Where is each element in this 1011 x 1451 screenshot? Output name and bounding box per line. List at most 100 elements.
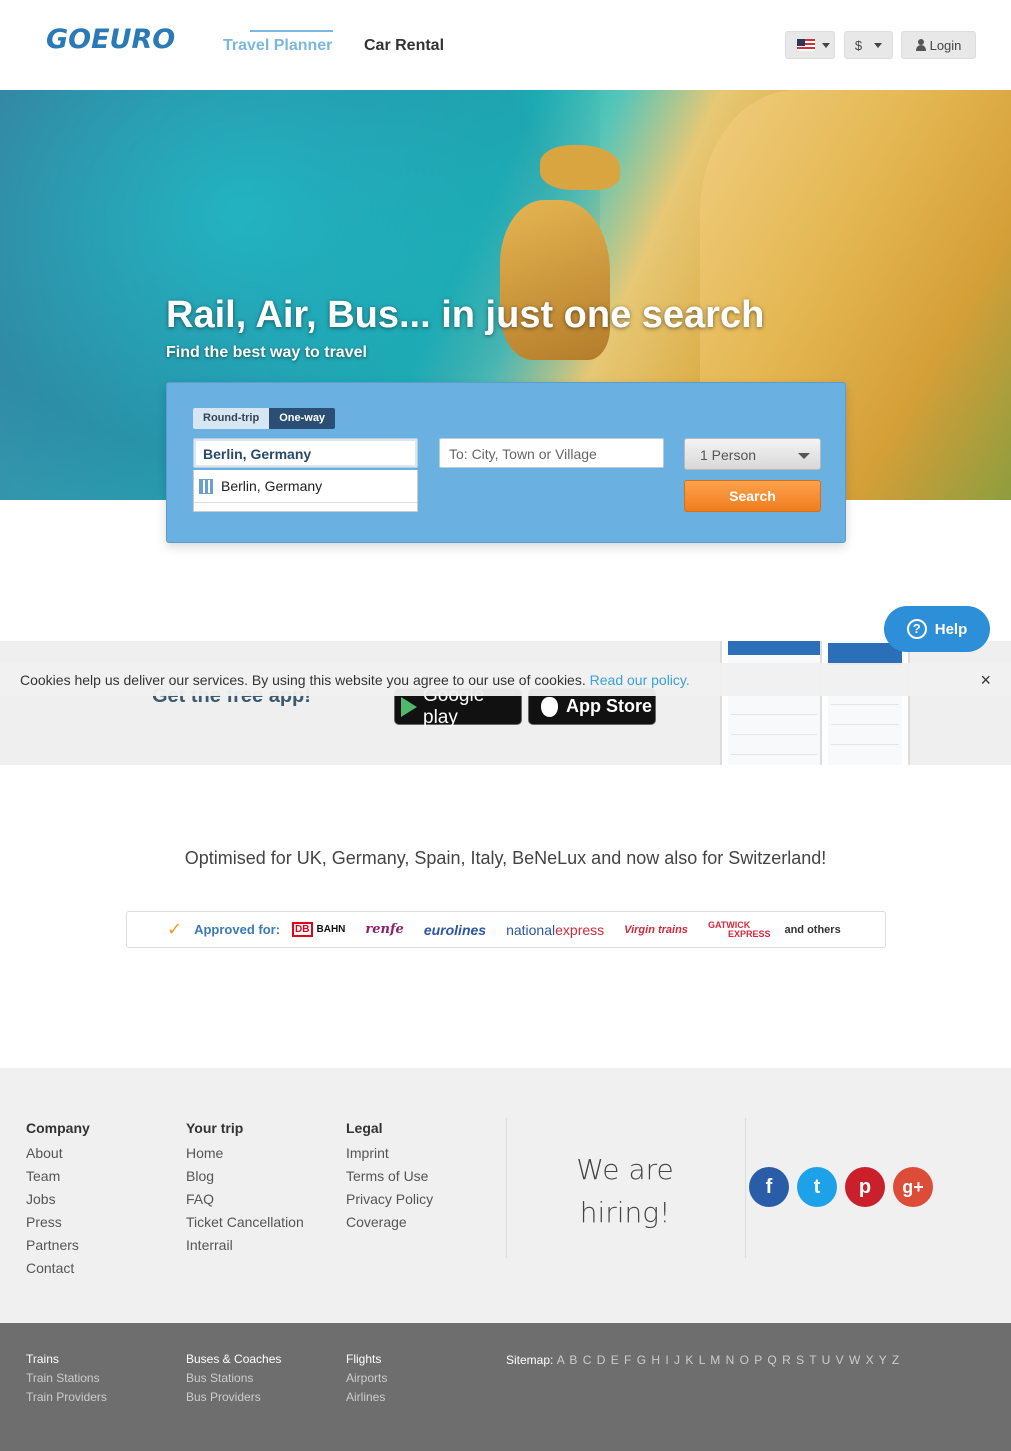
footer2-link-flights[interactable]: Flights: [346, 1350, 387, 1369]
hero-title: Rail, Air, Bus... in just one search: [166, 294, 765, 336]
footer-link-cancellation[interactable]: Ticket Cancellation: [186, 1211, 304, 1234]
nav-travel-planner[interactable]: Travel Planner: [223, 37, 332, 55]
eurolines-logo: eurolines: [423, 921, 487, 938]
trip-type-toggle: Round-trip One-way: [193, 408, 336, 429]
hero-rock: [540, 145, 620, 190]
footer-link-team[interactable]: Team: [26, 1165, 90, 1188]
hero-subtitle: Find the best way to travel: [166, 344, 367, 361]
language-selector[interactable]: [785, 31, 835, 59]
search-button[interactable]: Search: [684, 480, 821, 512]
footer2-link-train-providers[interactable]: Train Providers: [26, 1388, 107, 1407]
phone-screen-row: [731, 735, 817, 755]
footer2-link-airlines[interactable]: Airlines: [346, 1388, 387, 1407]
play-icon: [401, 696, 417, 717]
renfe-logo: renfe: [365, 922, 404, 937]
footer-heading: Company: [26, 1120, 90, 1136]
phone-mockup: [720, 641, 828, 765]
footer-link-contact[interactable]: Contact: [26, 1257, 90, 1280]
autocomplete-dropdown: Berlin, Germany: [193, 470, 418, 512]
footer2-col-trains: Trains Train Stations Train Providers: [26, 1350, 107, 1407]
nav-car-rental[interactable]: Car Rental: [364, 37, 444, 55]
gatwick-express-text: EXPRESS: [727, 928, 771, 939]
sitemap-letters[interactable]: A B C D E F G H I J K L M N O P Q R S T …: [557, 1353, 901, 1367]
facebook-icon[interactable]: f: [749, 1167, 789, 1207]
hiring-link[interactable]: We are hiring!: [545, 1148, 705, 1234]
currency-selector[interactable]: $: [844, 31, 893, 59]
chevron-down-icon: [798, 453, 810, 459]
chevron-down-icon: [874, 42, 883, 48]
footer-divider: [745, 1118, 746, 1258]
footer-link-coverage[interactable]: Coverage: [346, 1211, 433, 1234]
footer-bottom: Trains Train Stations Train Providers Bu…: [0, 1323, 1011, 1451]
cookie-banner: Cookies help us deliver our services. By…: [0, 663, 1011, 696]
footer-divider: [506, 1118, 507, 1258]
cookie-text: Cookies help us deliver our services. By…: [20, 672, 586, 688]
db-mark: DB: [292, 922, 313, 937]
footer-link-imprint[interactable]: Imprint: [346, 1142, 433, 1165]
footer-link-privacy[interactable]: Privacy Policy: [346, 1188, 433, 1211]
footer2-link-bus-stations[interactable]: Bus Stations: [186, 1369, 281, 1388]
twitter-icon[interactable]: t: [797, 1167, 837, 1207]
phone-screen: [828, 643, 902, 765]
building-icon: [199, 478, 213, 494]
user-icon: [915, 39, 926, 51]
apple-icon: [541, 696, 558, 717]
phone-mockup: [820, 641, 910, 765]
footer-link-interrail[interactable]: Interrail: [186, 1234, 304, 1257]
footer-col-legal: Legal Imprint Terms of Use Privacy Polic…: [346, 1120, 433, 1234]
footer2-col-flights: Flights Airports Airlines: [346, 1350, 387, 1407]
footer-link-press[interactable]: Press: [26, 1211, 90, 1234]
help-label: Help: [934, 620, 968, 638]
hiring-text: We are: [576, 1153, 674, 1186]
footer2-link-bus-providers[interactable]: Bus Providers: [186, 1388, 281, 1407]
footer2-link-buses[interactable]: Buses & Coaches: [186, 1350, 281, 1369]
googleplus-icon[interactable]: g+: [893, 1167, 933, 1207]
footer2-link-airports[interactable]: Airports: [346, 1369, 387, 1388]
gatwick-express-logo: GATWICK EXPRESS: [708, 920, 771, 939]
round-trip-tab[interactable]: Round-trip: [193, 408, 270, 429]
footer-link-jobs[interactable]: Jobs: [26, 1188, 90, 1211]
chevron-down-icon: [822, 42, 830, 48]
login-button[interactable]: Login: [901, 31, 976, 59]
footer-col-company: Company About Team Jobs Press Partners C…: [26, 1120, 90, 1280]
one-way-tab[interactable]: One-way: [269, 408, 336, 429]
footer-col-trip: Your trip Home Blog FAQ Ticket Cancellat…: [186, 1120, 304, 1257]
hiring-text: hiring!: [579, 1196, 671, 1229]
help-button[interactable]: ? Help: [884, 606, 990, 652]
nav-active-indicator: [250, 30, 333, 32]
autocomplete-item[interactable]: Berlin, Germany: [194, 470, 417, 503]
virgin-trains-logo: Virgin trains: [624, 923, 688, 936]
footer-link-blog[interactable]: Blog: [186, 1165, 304, 1188]
national-express-logo: nationalexpress: [506, 922, 604, 938]
footer-link-faq[interactable]: FAQ: [186, 1188, 304, 1211]
db-bahn-logo: DB BAHN: [292, 922, 345, 937]
to-input[interactable]: To: City, Town or Village: [439, 438, 664, 468]
footer-link-terms[interactable]: Terms of Use: [346, 1165, 433, 1188]
footer-link-about[interactable]: About: [26, 1142, 90, 1165]
persons-select[interactable]: 1 Person: [684, 438, 821, 470]
header: GOEURO Travel Planner Car Rental $ Login: [0, 0, 1011, 90]
footer-heading: Legal: [346, 1120, 383, 1136]
footer2-col-buses: Buses & Coaches Bus Stations Bus Provide…: [186, 1350, 281, 1407]
pinterest-icon[interactable]: p: [845, 1167, 885, 1207]
search-panel: Round-trip One-way Berlin, Germany To: C…: [166, 382, 846, 543]
footer-link-home[interactable]: Home: [186, 1142, 304, 1165]
approved-label: Approved for:: [194, 922, 281, 937]
autocomplete-item-label: Berlin, Germany: [221, 478, 323, 494]
footer2-link-trains[interactable]: Trains: [26, 1350, 107, 1369]
phone-screen-row: [731, 715, 817, 735]
flag-us-icon: [797, 39, 815, 51]
sitemap-label: Sitemap:: [506, 1353, 554, 1367]
footer-link-partners[interactable]: Partners: [26, 1234, 90, 1257]
login-label: Login: [929, 37, 962, 53]
logo[interactable]: GOEURO: [46, 24, 175, 55]
from-input[interactable]: Berlin, Germany: [193, 438, 418, 468]
phone-screen-row: [831, 725, 899, 745]
phone-screen-row: [731, 695, 817, 715]
phone-screen-row: [831, 705, 899, 725]
coverage-text: Optimised for UK, Germany, Spain, Italy,…: [184, 848, 827, 868]
cookie-policy-link[interactable]: Read our policy.: [590, 672, 690, 688]
close-icon[interactable]: ×: [980, 670, 991, 691]
footer: Company About Team Jobs Press Partners C…: [0, 1068, 1011, 1323]
footer2-link-train-stations[interactable]: Train Stations: [26, 1369, 107, 1388]
